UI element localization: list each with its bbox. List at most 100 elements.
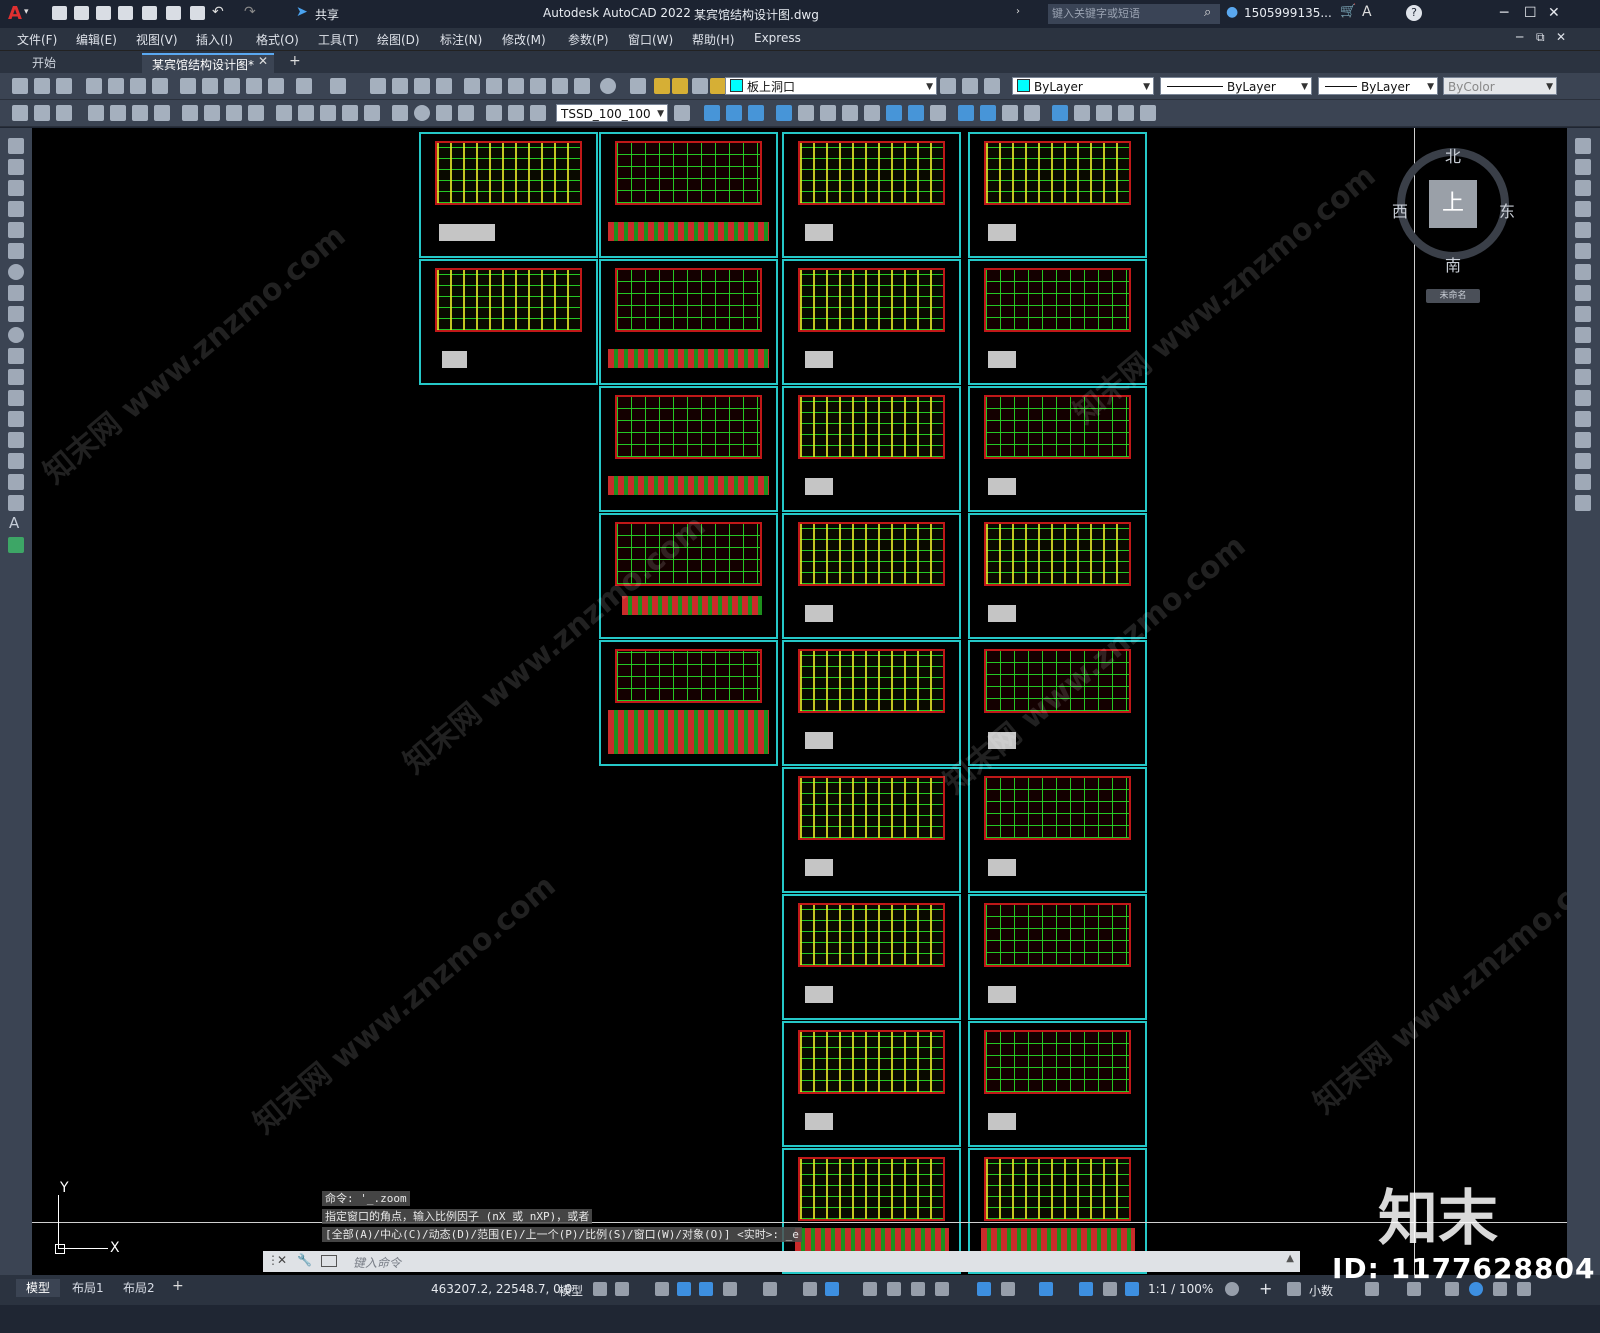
publish-icon[interactable] (130, 78, 146, 94)
viewcube-west[interactable]: 西 (1392, 198, 1408, 222)
new-icon[interactable] (12, 78, 28, 94)
menu-tools[interactable]: 工具(T) (318, 31, 359, 48)
dim-baseline-icon[interactable] (298, 105, 314, 121)
move-icon[interactable] (1575, 243, 1591, 259)
dim-aligned-icon[interactable] (110, 105, 126, 121)
menu-format[interactable]: 格式(O) (256, 31, 299, 48)
isodraft-icon[interactable] (763, 1282, 777, 1296)
command-input[interactable]: 键入命令 (353, 1254, 401, 1271)
plotstyle-combo[interactable]: ByColor ▼ (1443, 77, 1557, 95)
tolerance-icon[interactable] (392, 105, 408, 121)
tab-layout1[interactable]: 布局1 (62, 1279, 114, 1297)
tool-m-icon[interactable] (980, 105, 996, 121)
line-icon[interactable] (8, 138, 24, 154)
markup-icon[interactable] (552, 78, 568, 94)
dimstyle-combo[interactable]: TSSD_100_100 ▼ (556, 104, 668, 122)
inspect-icon[interactable] (436, 105, 452, 121)
menu-help[interactable]: 帮助(H) (692, 31, 734, 48)
drawing-sheet[interactable] (782, 513, 961, 639)
layer-on-icon[interactable] (654, 78, 670, 94)
break-at-point-icon[interactable] (1575, 369, 1591, 385)
autodesk-account-icon[interactable]: A (1362, 4, 1372, 20)
layer-freeze-icon[interactable] (672, 78, 688, 94)
tool-o-icon[interactable] (1024, 105, 1040, 121)
tool-i-icon[interactable] (886, 105, 902, 121)
scale-icon[interactable] (1575, 285, 1591, 301)
lineweight-icon[interactable] (863, 1282, 877, 1296)
drawing-sheet[interactable] (599, 259, 778, 385)
annotation-visibility-icon[interactable] (1079, 1282, 1093, 1296)
drawing-sheet[interactable] (782, 894, 961, 1020)
layer-manager-icon[interactable] (630, 78, 646, 94)
annotation-scale-icon[interactable] (1125, 1282, 1139, 1296)
arc-icon[interactable] (8, 243, 24, 259)
menu-window[interactable]: 窗口(W) (628, 31, 673, 48)
trim-icon[interactable] (1575, 327, 1591, 343)
customize-icon[interactable]: 🔧 (297, 1253, 312, 1267)
copy-object-icon[interactable] (1575, 159, 1591, 175)
layer-states-icon[interactable] (984, 78, 1000, 94)
drawing-sheet[interactable] (419, 259, 598, 385)
search-icon[interactable]: ⌕ (1204, 5, 1211, 20)
viewcube-south[interactable]: 南 (1445, 252, 1461, 276)
linetype-combo[interactable]: ByLayer ▼ (1160, 77, 1312, 95)
units-icon[interactable] (1287, 1282, 1301, 1296)
tool-d-icon[interactable] (776, 105, 792, 121)
drawing-sheet[interactable] (599, 386, 778, 512)
explode-icon[interactable] (1575, 495, 1591, 511)
block-editor-icon[interactable] (268, 78, 284, 94)
drawing-sheet[interactable] (599, 132, 778, 258)
rotate-icon[interactable] (1575, 264, 1591, 280)
dim-diameter-icon[interactable] (226, 105, 242, 121)
share-button[interactable]: 共享 (315, 6, 339, 23)
grid-icon[interactable] (593, 1282, 607, 1296)
dim-radius-icon[interactable] (182, 105, 198, 121)
model-space-canvas[interactable]: 知末网 www.znzmo.com 知末网 www.znzmo.com 知末网 … (32, 128, 1567, 1305)
add-selected-icon[interactable] (8, 537, 24, 553)
tool-h-icon[interactable] (864, 105, 880, 121)
tab-layout2[interactable]: 布局2 (113, 1279, 165, 1297)
recent-commands-icon[interactable] (321, 1255, 337, 1267)
menu-dimension[interactable]: 标注(N) (440, 31, 482, 48)
coordinates[interactable]: 463207.2, 22548.7, 0.0 (431, 1282, 572, 1296)
polyline-icon[interactable] (8, 180, 24, 196)
drawing-sheet[interactable] (968, 1021, 1147, 1147)
dim-angular-icon[interactable] (248, 105, 264, 121)
open-icon[interactable] (74, 6, 89, 20)
gizmo-icon[interactable] (1039, 1282, 1053, 1296)
tab-start[interactable]: 开始 (22, 53, 67, 73)
chamfer-icon[interactable] (1575, 432, 1591, 448)
undo-icon[interactable]: ↶ (212, 4, 224, 20)
dim-update-icon[interactable] (530, 105, 546, 121)
make-current-icon[interactable] (940, 78, 956, 94)
close-cmd-icon[interactable]: ✕ (277, 1253, 287, 1267)
tab-drawing[interactable]: 某宾馆结构设计图* (142, 53, 274, 75)
point-icon[interactable] (8, 411, 24, 427)
add-layout-icon[interactable]: + (172, 1278, 184, 1294)
blend-curves-icon[interactable] (1575, 474, 1591, 490)
dim-ordinate-icon[interactable] (154, 105, 170, 121)
open-file-icon[interactable] (34, 78, 50, 94)
auto-scale-icon[interactable] (1103, 1282, 1117, 1296)
table-icon[interactable] (8, 495, 24, 511)
circle-icon[interactable] (8, 264, 24, 280)
dim-space-icon[interactable] (342, 105, 358, 121)
object-snap-icon[interactable] (825, 1282, 839, 1296)
maximize-icon[interactable]: ☐ (1524, 5, 1537, 21)
offset-icon[interactable] (1575, 201, 1591, 217)
user-icon[interactable]: ● (1226, 4, 1238, 20)
erase-icon[interactable] (1575, 138, 1591, 154)
doc-minimize-icon[interactable]: ─ (1516, 30, 1523, 44)
match-prop-icon[interactable] (246, 78, 262, 94)
qnew-icon[interactable] (52, 6, 67, 20)
minimize-icon[interactable]: ─ (1500, 5, 1508, 21)
preview-icon[interactable] (108, 78, 124, 94)
snap-icon[interactable] (615, 1282, 629, 1296)
tool-p-icon[interactable] (1052, 105, 1068, 121)
tool-k-icon[interactable] (930, 105, 946, 121)
layer-previous-icon[interactable] (962, 78, 978, 94)
units-value[interactable]: 小数 (1309, 1282, 1333, 1299)
drawing-sheet[interactable] (419, 132, 598, 258)
tool-a-icon[interactable] (704, 105, 720, 121)
paste-icon[interactable] (224, 78, 240, 94)
